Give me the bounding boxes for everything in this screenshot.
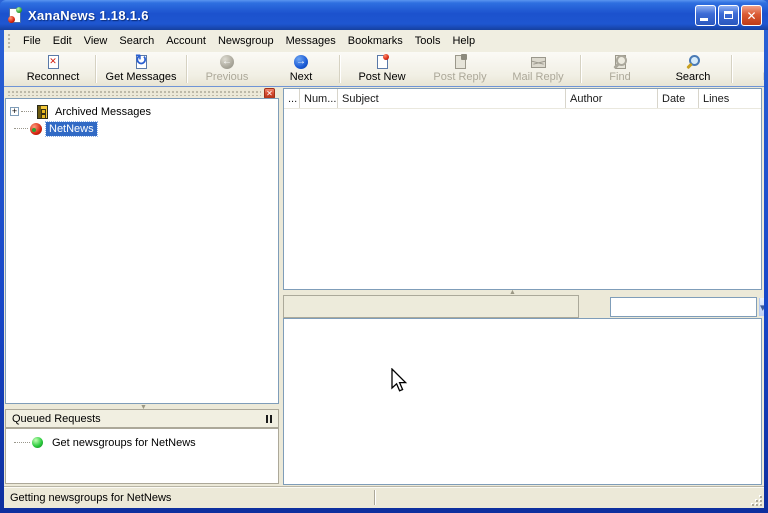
reconnect-label: Reconnect (27, 71, 80, 83)
message-list-column-header: ... Num... Subject Author Date Lines (284, 89, 761, 109)
column-header-number[interactable]: Num... (300, 89, 338, 108)
expand-icon[interactable]: + (10, 107, 19, 116)
maximize-icon (724, 11, 733, 19)
previous-label: Previous (206, 71, 249, 83)
post-new-icon (374, 54, 390, 70)
menu-item-account[interactable]: Account (160, 32, 212, 50)
column-header-flag[interactable]: ... (284, 89, 300, 108)
tree-branch-line (21, 111, 33, 113)
mail-reply-icon (530, 54, 546, 70)
message-body-pane[interactable] (283, 318, 762, 485)
drag-dots (7, 90, 261, 96)
close-icon: ✕ (742, 7, 761, 25)
search-icon (685, 54, 701, 70)
menu-item-tools[interactable]: Tools (409, 32, 447, 50)
toolbar-separator (186, 55, 187, 83)
resize-grip[interactable] (750, 494, 763, 507)
menu-bar: File Edit View Search Account Newsgroup … (4, 30, 764, 53)
next-button[interactable]: → Next (265, 52, 337, 85)
tree-item-archived-messages[interactable]: + Archived Messages (8, 103, 276, 120)
status-text: Getting newsgroups for NetNews (4, 492, 171, 504)
tree-item-label[interactable]: Archived Messages (52, 105, 154, 119)
toolbar-separator (95, 55, 96, 83)
get-messages-icon: ↻ (133, 54, 149, 70)
menu-item-edit[interactable]: Edit (47, 32, 78, 50)
green-ball-icon (32, 437, 43, 448)
menu-item-newsgroup[interactable]: Newsgroup (212, 32, 280, 50)
toolbar-separator (580, 55, 581, 83)
post-new-label: Post New (358, 71, 405, 83)
title-bar[interactable]: XanaNews 1.18.1.6 ✕ (0, 0, 768, 30)
find-icon (612, 54, 628, 70)
post-reply-label: Post Reply (433, 71, 486, 83)
search-label: Search (676, 71, 711, 83)
get-messages-label: Get Messages (106, 71, 177, 83)
next-label: Next (290, 71, 313, 83)
reconnect-icon: ✕ (45, 54, 61, 70)
toolbar: ✕ Reconnect ↻ Get Messages ← Previous → … (4, 52, 764, 87)
minimize-icon (700, 18, 708, 21)
client-area: File Edit View Search Account Newsgroup … (4, 30, 764, 508)
find-button: Find (583, 52, 657, 85)
search-button[interactable]: Search (657, 52, 729, 85)
close-button[interactable]: ✕ (741, 5, 762, 26)
folder-tree[interactable]: + Archived Messages NetNews (5, 98, 279, 404)
app-icon (7, 7, 23, 23)
next-icon: → (293, 54, 309, 70)
menu-item-search[interactable]: Search (113, 32, 160, 50)
get-messages-button[interactable]: ↻ Get Messages (98, 52, 184, 85)
queued-request-label: Get newsgroups for NetNews (49, 436, 199, 450)
column-header-subject[interactable]: Subject (338, 89, 566, 108)
previous-button: ← Previous (189, 52, 265, 85)
status-bar: Getting newsgroups for NetNews (4, 486, 764, 508)
menu-item-help[interactable]: Help (446, 32, 481, 50)
menu-item-file[interactable]: File (17, 32, 47, 50)
print-button: Print (734, 52, 764, 85)
tree-panel-drag-strip[interactable]: ✕ (5, 88, 279, 98)
combobox-input[interactable] (611, 298, 759, 316)
tree-branch-line (14, 128, 28, 130)
pause-icon[interactable] (266, 415, 272, 423)
menu-item-view[interactable]: View (78, 32, 114, 50)
mail-reply-label: Mail Reply (512, 71, 563, 83)
minimize-button[interactable] (695, 5, 716, 26)
status-bar-divider (374, 490, 375, 505)
message-header-strip[interactable] (283, 295, 579, 318)
post-reply-button: Post Reply (422, 52, 498, 85)
message-list[interactable]: ... Num... Subject Author Date Lines (283, 88, 762, 290)
combobox-dropdown-button[interactable]: ▾ (759, 298, 764, 316)
toolbar-separator (731, 55, 732, 83)
column-header-lines[interactable]: Lines (699, 89, 759, 108)
menu-item-bookmarks[interactable]: Bookmarks (342, 32, 409, 50)
menu-grip-handle[interactable] (7, 33, 11, 49)
queued-requests-title: Queued Requests (12, 413, 266, 425)
chevron-down-icon: ▾ (760, 301, 764, 314)
previous-icon: ← (219, 54, 235, 70)
archive-cabinet-icon (37, 105, 48, 119)
news-globe-icon (30, 123, 42, 135)
menu-item-messages[interactable]: Messages (280, 32, 342, 50)
queued-requests-header[interactable]: Queued Requests (5, 409, 279, 428)
tree-item-netnews[interactable]: NetNews (8, 120, 276, 137)
maximize-button[interactable] (718, 5, 739, 26)
print-label: Print (763, 71, 764, 83)
column-header-author[interactable]: Author (566, 89, 658, 108)
header-filter-combobox[interactable]: ▾ (610, 297, 757, 317)
window-title: XanaNews 1.18.1.6 (28, 8, 149, 23)
queued-requests-list[interactable]: Get newsgroups for NetNews (5, 428, 279, 484)
tree-item-label-selected[interactable]: NetNews (46, 122, 97, 136)
reconnect-button[interactable]: ✕ Reconnect (13, 52, 93, 85)
queued-request-item[interactable]: Get newsgroups for NetNews (6, 434, 278, 451)
column-header-date[interactable]: Date (658, 89, 699, 108)
mail-reply-button: Mail Reply (498, 52, 578, 85)
post-new-button[interactable]: Post New (342, 52, 422, 85)
post-reply-icon (452, 54, 468, 70)
application-window: XanaNews 1.18.1.6 ✕ File Edit View Searc… (0, 0, 768, 513)
toolbar-separator (339, 55, 340, 83)
tree-branch-line (14, 442, 30, 444)
find-label: Find (609, 71, 630, 83)
